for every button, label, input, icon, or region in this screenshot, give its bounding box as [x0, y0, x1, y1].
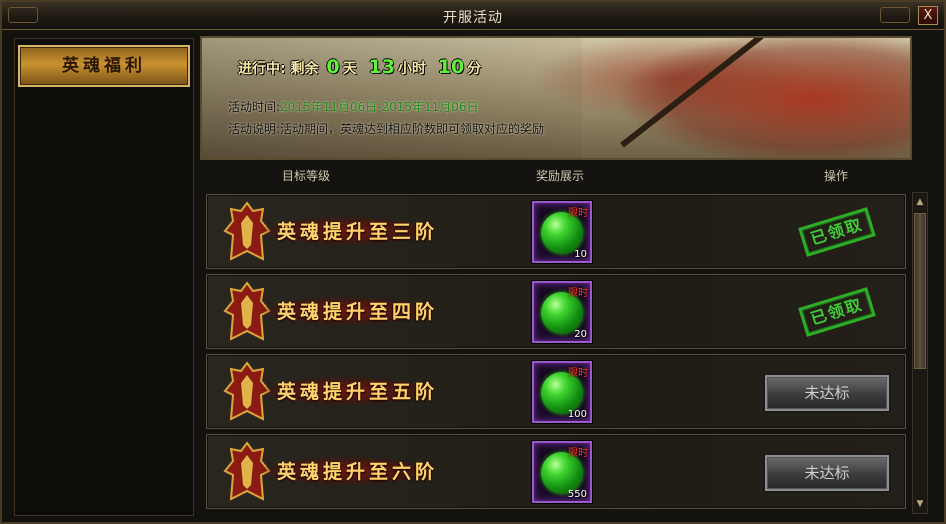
event-desc-label: 活动说明:: [228, 122, 281, 136]
row-title: 英魂提升至五阶: [277, 381, 439, 403]
event-time-label: 活动时间:: [228, 100, 281, 114]
remaining-label: 剩余: [290, 61, 319, 77]
item-count: 10: [574, 249, 587, 260]
limited-tag: 限时: [568, 288, 588, 299]
list-item: 英魂提升至六阶 限时 550 未达标: [206, 434, 906, 509]
close-button[interactable]: X: [918, 6, 938, 25]
column-header-level: 目标等级: [282, 169, 331, 183]
event-time-value: 2015年11月06日-2015年11月06日: [280, 100, 479, 114]
event-description: 活动说明:活动期间，英魂达到相应阶数即可领取对应的奖励: [228, 120, 544, 137]
claimed-stamp: 已领取: [798, 207, 876, 257]
list-item: 英魂提升至五阶 限时 100 未达标: [206, 354, 906, 429]
sidebar: 英魂福利: [14, 38, 194, 516]
item-count: 550: [567, 489, 587, 500]
days-unit: 天: [342, 61, 357, 77]
arrow-down-icon[interactable]: ▼: [913, 497, 927, 511]
reward-list: 英魂提升至三阶 限时 10 已领取 英魂提升至四阶 限时 20 已领取 英魂提升…: [200, 191, 912, 522]
minutes-unit: 分: [467, 61, 482, 77]
scrollbar-thumb[interactable]: [914, 213, 926, 369]
window-title: 开服活动: [443, 10, 503, 26]
countdown-minutes: 10: [437, 56, 465, 78]
hours-unit: 小时: [397, 61, 426, 77]
limited-tag: 限时: [568, 208, 588, 219]
status-prefix: 进行中:: [238, 61, 286, 77]
row-title: 英魂提升至三阶: [277, 221, 439, 243]
countdown-hours: 13: [368, 56, 395, 78]
event-desc-value: 活动期间，英魂达到相应阶数即可领取对应的奖励: [280, 122, 545, 136]
list-item: 英魂提升至三阶 限时 10 已领取: [206, 194, 906, 269]
countdown-days: 0: [326, 56, 340, 78]
row-title: 英魂提升至四阶: [277, 301, 439, 323]
list-item: 英魂提升至四阶 限时 20 已领取: [206, 274, 906, 349]
column-header-operation: 操作: [824, 169, 849, 183]
event-time: 活动时间:2015年11月06日-2015年11月06日: [228, 98, 479, 115]
title-bar: 开服活动 X: [2, 2, 944, 30]
reward-item-slot[interactable]: 限时 100: [532, 361, 592, 423]
column-header-reward: 奖励展示: [536, 169, 585, 183]
item-count: 20: [574, 329, 587, 340]
not-reached-button[interactable]: 未达标: [765, 375, 889, 411]
event-window: 开服活动 X 英魂福利 进行中: 剩余 0天 13 小时 10 分 活动时间:201…: [0, 0, 946, 524]
sidebar-item-hero-soul-welfare[interactable]: 英魂福利: [18, 45, 190, 87]
arrow-up-icon[interactable]: ▲: [913, 195, 927, 209]
row-title: 英魂提升至六阶: [277, 461, 439, 483]
reward-item-slot[interactable]: 限时 10: [532, 201, 592, 263]
event-banner: 进行中: 剩余 0天 13 小时 10 分 活动时间:2015年11月06日-201…: [200, 36, 912, 160]
not-reached-button[interactable]: 未达标: [765, 455, 889, 491]
countdown: 进行中: 剩余 0天 13 小时 10 分: [238, 56, 485, 78]
item-count: 100: [567, 409, 587, 420]
titlebar-ornament-right: [880, 7, 910, 23]
main-panel: 进行中: 剩余 0天 13 小时 10 分 活动时间:2015年11月06日-201…: [200, 36, 912, 522]
scrollbar[interactable]: ▲ ▼: [912, 192, 928, 514]
banner-flag-pole: [620, 38, 766, 148]
claimed-stamp: 已领取: [798, 287, 876, 337]
reward-item-slot[interactable]: 限时 550: [532, 441, 592, 503]
reward-item-slot[interactable]: 限时 20: [532, 281, 592, 343]
limited-tag: 限时: [568, 448, 588, 459]
limited-tag: 限时: [568, 368, 588, 379]
